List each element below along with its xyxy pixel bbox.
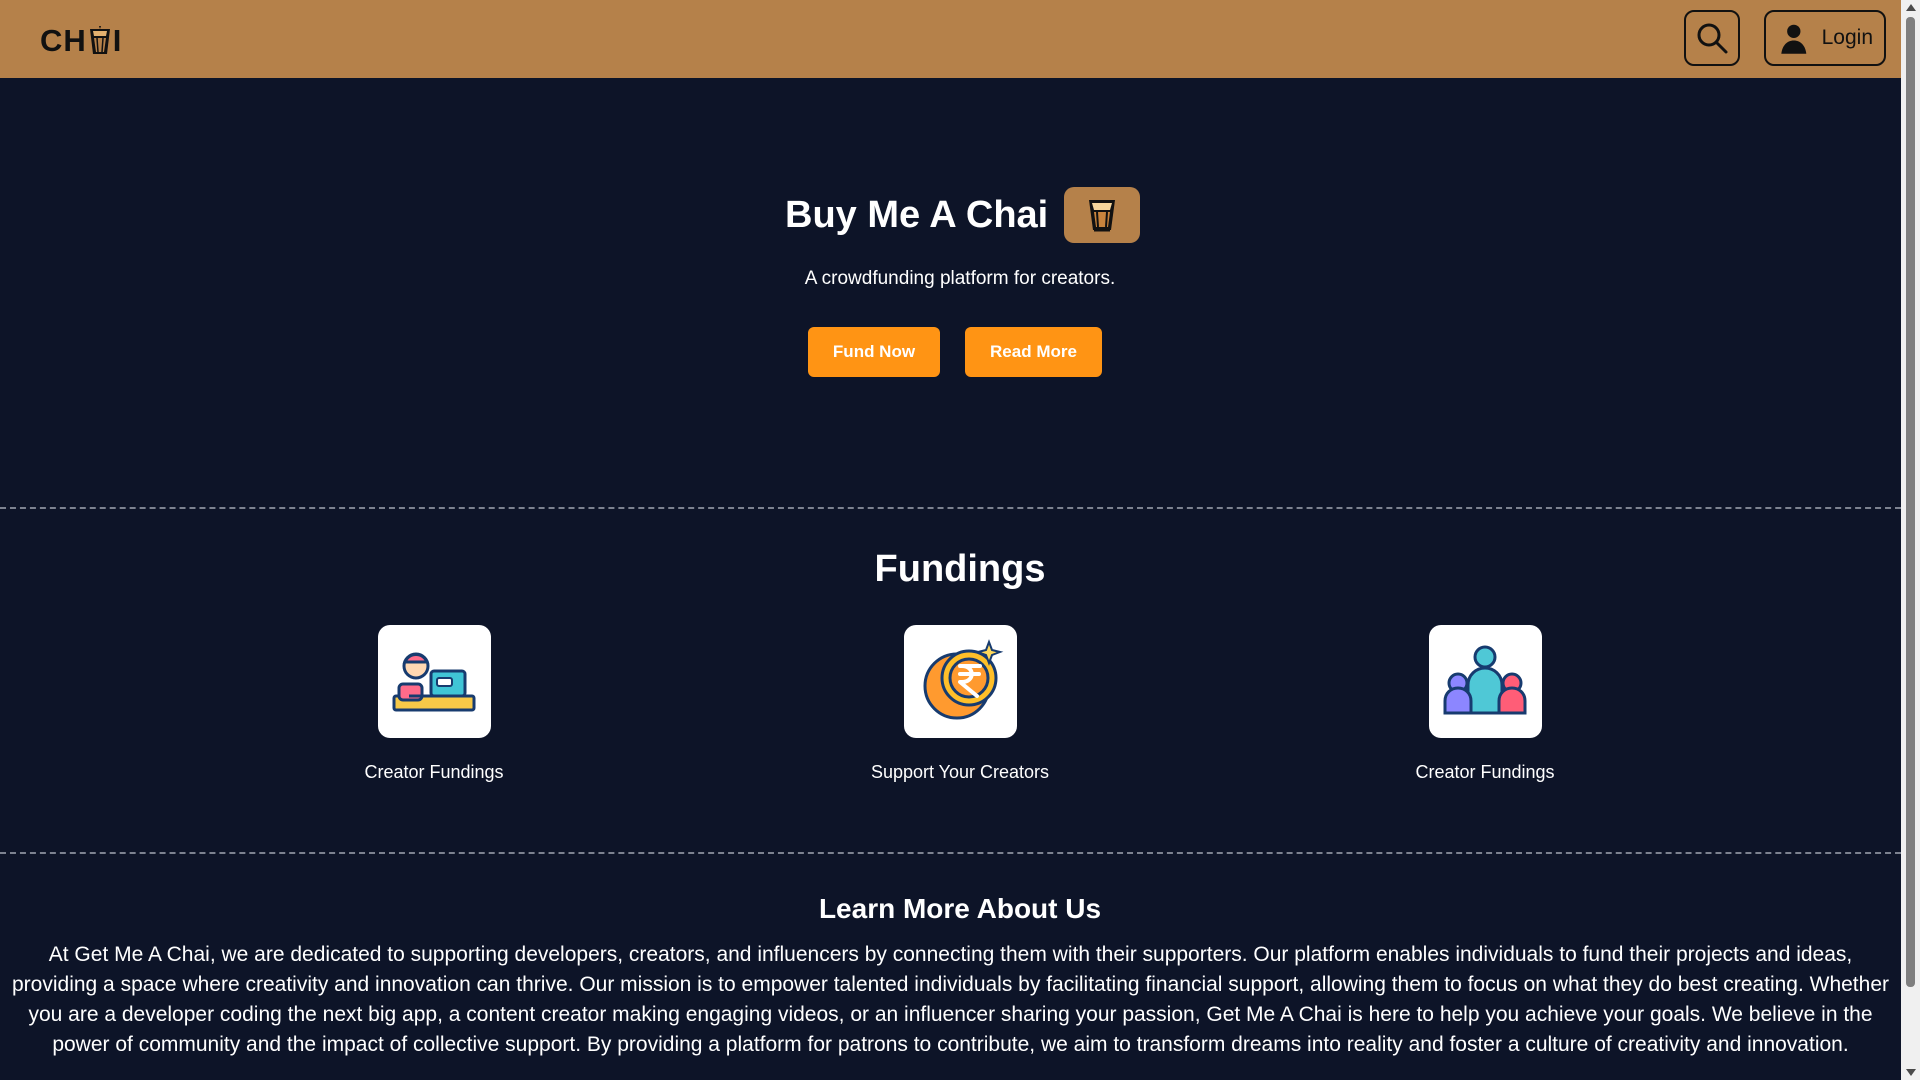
- scroll-up-icon[interactable]: [1906, 4, 1916, 11]
- crowdfunding-home-page: CH I Login Buy Me A Chai A crowdfunding …: [0, 0, 1920, 1080]
- scroll-down-icon[interactable]: [1906, 1069, 1916, 1076]
- user-icon: [1781, 24, 1807, 54]
- creator-laptop-icon: [392, 652, 476, 711]
- funding-card-creator-fundings[interactable]: Creator Fundings: [314, 625, 554, 783]
- about-paragraph: At Get Me A Chai, we are dedicated to su…: [12, 943, 1889, 1056]
- about-heading: Learn More About Us: [818, 893, 1102, 924]
- logo-text-end: I: [112, 23, 123, 58]
- search-icon: [1697, 23, 1728, 54]
- read-more-button[interactable]: Read More: [965, 327, 1102, 377]
- funding-icon-box: [1428, 625, 1542, 738]
- rupee-coin-icon: [923, 638, 1004, 719]
- community-people-icon: [1443, 645, 1527, 714]
- hero-section: Buy Me A Chai A crowdfunding platform fo…: [0, 78, 1901, 508]
- chai-logo[interactable]: CH I: [40, 23, 123, 58]
- funding-label: Creator Fundings: [364, 762, 504, 782]
- chai-badge: [1064, 187, 1141, 243]
- logo-text-start: CH: [40, 23, 87, 58]
- hero-title-row: Buy Me A Chai: [785, 187, 1141, 243]
- chai-cup-icon: [1089, 200, 1116, 232]
- navbar-actions: Login: [1684, 10, 1886, 66]
- scrollbar-thumb[interactable]: [1906, 17, 1915, 987]
- funding-label: Support Your Creators: [870, 762, 1050, 782]
- page-title: Buy Me A Chai: [785, 194, 1049, 236]
- vertical-scrollbar[interactable]: [1901, 0, 1920, 1080]
- funding-card-creator-fundings-community[interactable]: Creator Fundings: [1365, 625, 1605, 783]
- login-label: Login: [1821, 26, 1873, 49]
- hero-buttons: Fund Now Read More: [808, 327, 1102, 377]
- fund-now-button[interactable]: Fund Now: [808, 327, 940, 377]
- funding-label: Creator Fundings: [1415, 762, 1555, 782]
- funding-icon-box: [377, 625, 491, 738]
- login-button[interactable]: Login: [1764, 10, 1886, 66]
- funding-icon-box: [903, 625, 1017, 738]
- fundings-heading: Fundings: [874, 548, 1046, 590]
- section-divider: [0, 852, 1901, 854]
- funding-card-support-your-creators[interactable]: Support Your Creators: [840, 625, 1080, 783]
- search-button[interactable]: [1684, 10, 1740, 66]
- section-divider: [0, 507, 1901, 509]
- hero-subtitle: A crowdfunding platform for creators.: [804, 268, 1116, 289]
- chai-cup-icon: [89, 25, 110, 54]
- top-navigation-bar: CH I Login: [0, 0, 1901, 78]
